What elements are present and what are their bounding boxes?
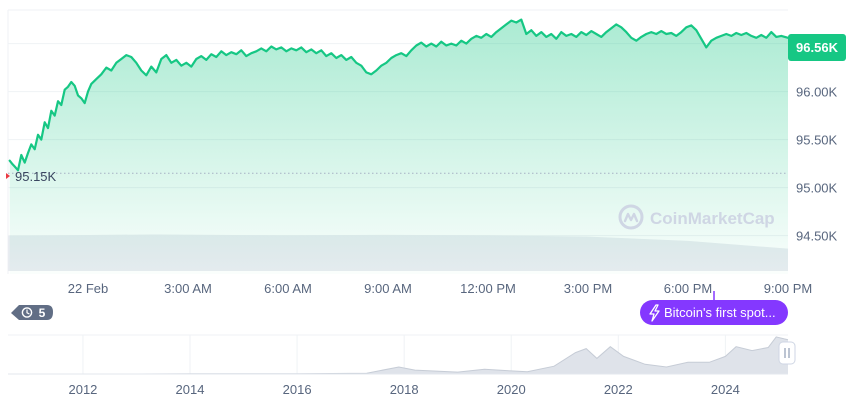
x-tick-label: 22 Feb	[68, 281, 108, 296]
history-tick-label: 2012	[68, 382, 97, 397]
y-tick-label: 95.50K	[796, 133, 838, 148]
history-tick-label: 2020	[497, 382, 526, 397]
start-price-label: 95.15K	[15, 169, 57, 184]
y-tick-label: 94.50K	[796, 229, 838, 244]
history-tick-label: 2024	[711, 382, 740, 397]
x-tick-label: 9:00 AM	[364, 281, 412, 296]
history-tick-label: 2018	[390, 382, 419, 397]
history-tick-label: 2016	[283, 382, 312, 397]
y-tick-label: 96.00K	[796, 85, 838, 100]
event-marker[interactable]: Bitcoin's first spot...	[640, 291, 788, 325]
history-navigator[interactable]: 2012 2014 2016 2018 2020 2022 2024	[8, 334, 789, 397]
history-tick-label: 2014	[176, 382, 205, 397]
x-tick-label: 3:00 AM	[164, 281, 212, 296]
history-button[interactable]: 5	[11, 305, 53, 320]
x-axis: 22 Feb 3:00 AM 6:00 AM 9:00 AM 12:00 PM 3:00 …	[68, 281, 812, 296]
x-tick-label: 9:00 PM	[764, 281, 812, 296]
history-tick-label: 2022	[604, 382, 633, 397]
x-tick-label: 6:00 PM	[664, 281, 712, 296]
price-area	[9, 19, 788, 274]
handle-body[interactable]	[778, 341, 796, 365]
current-price-label: 96.56K	[796, 40, 839, 55]
navigator-handle[interactable]	[778, 341, 796, 365]
current-price-tag: 96.56K	[788, 34, 846, 61]
x-tick-label: 12:00 PM	[460, 281, 516, 296]
y-tick-label: 95.00K	[796, 181, 838, 196]
x-tick-label: 6:00 AM	[264, 281, 312, 296]
price-area-fill	[9, 19, 788, 274]
history-count: 5	[39, 306, 46, 320]
price-chart[interactable]: 94.50K 95.00K 95.50K 96.00K 22 Feb 3:00 AM 6:…	[0, 0, 860, 401]
event-label: Bitcoin's first spot...	[664, 305, 776, 320]
watermark-text: CoinMarketCap	[650, 209, 775, 228]
x-tick-label: 3:00 PM	[564, 281, 612, 296]
y-axis: 94.50K 95.00K 95.50K 96.00K	[796, 85, 838, 244]
history-area-fill	[8, 336, 788, 374]
